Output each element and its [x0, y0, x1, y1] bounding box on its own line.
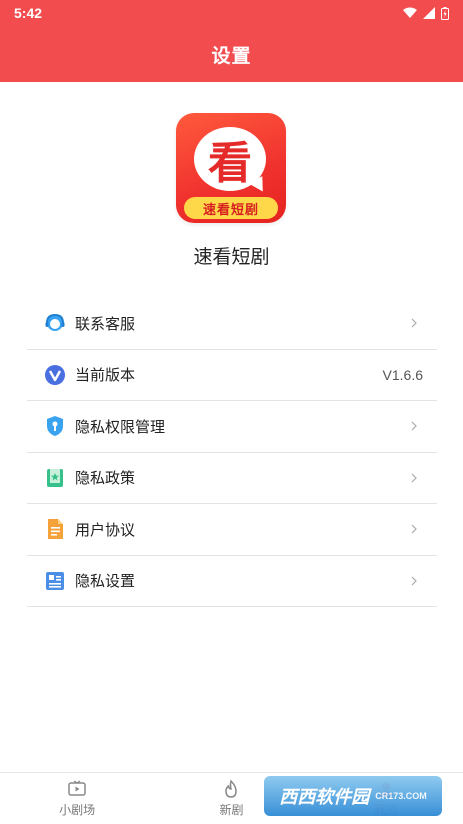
app-logo: 看 速看短剧: [176, 113, 286, 223]
chevron-right-icon: [411, 421, 417, 431]
version-value: V1.6.6: [382, 366, 423, 383]
menu-label: 隐私权限管理: [75, 418, 166, 436]
page-title: 设置: [211, 45, 252, 67]
chevron-right-icon: [411, 576, 417, 586]
logo-glyph: 看: [208, 138, 252, 189]
menu-item-version[interactable]: 当前版本 V1.6.6: [27, 350, 437, 401]
menu-item-privacy-permissions[interactable]: 隐私权限管理: [27, 401, 437, 453]
menu-item-user-agreement[interactable]: 用户协议: [27, 504, 437, 556]
page-header: 设置: [0, 26, 463, 82]
signal-icon: [423, 7, 435, 19]
tv-icon: [68, 780, 86, 796]
tab-theater[interactable]: 小剧场: [0, 773, 154, 824]
settings-menu: 联系客服 当前版本 V1.6.6 隐私权限管理 隐私政策 用户协议 隐私设置: [27, 298, 437, 607]
status-bar: 5:42: [0, 0, 463, 26]
menu-label: 当前版本: [75, 367, 136, 385]
document-icon: [44, 518, 66, 540]
status-icons: [403, 6, 449, 20]
menu-label: 隐私政策: [75, 470, 136, 488]
headset-icon: [44, 312, 66, 334]
tab-label: 小剧场: [59, 803, 96, 817]
menu-item-customer-service[interactable]: 联系客服: [27, 298, 437, 350]
menu-item-privacy-settings[interactable]: 隐私设置: [27, 556, 437, 607]
version-icon: [44, 364, 66, 386]
menu-label: 隐私设置: [75, 573, 136, 591]
flame-icon: [225, 779, 238, 798]
shield-icon: [44, 415, 66, 437]
chevron-right-icon: [411, 473, 417, 483]
watermark-sub: CR173.COM: [375, 791, 427, 801]
wifi-icon: [403, 7, 417, 18]
menu-item-privacy-policy[interactable]: 隐私政策: [27, 453, 437, 504]
id-card-icon: [44, 570, 66, 592]
bookmark-icon: [44, 467, 66, 489]
tab-label: 新剧: [219, 803, 244, 817]
app-name: 速看短剧: [193, 247, 270, 268]
battery-icon: [441, 6, 449, 20]
menu-label: 用户协议: [75, 521, 136, 539]
logo-banner: 速看短剧: [184, 197, 278, 219]
watermark-logo: 西西软件园 CR173.COM: [264, 776, 442, 816]
chevron-right-icon: [411, 318, 417, 328]
watermark-text: 西西软件园: [279, 787, 370, 807]
status-time: 5:42: [14, 5, 43, 21]
chevron-right-icon: [411, 524, 417, 534]
menu-label: 联系客服: [75, 315, 136, 333]
